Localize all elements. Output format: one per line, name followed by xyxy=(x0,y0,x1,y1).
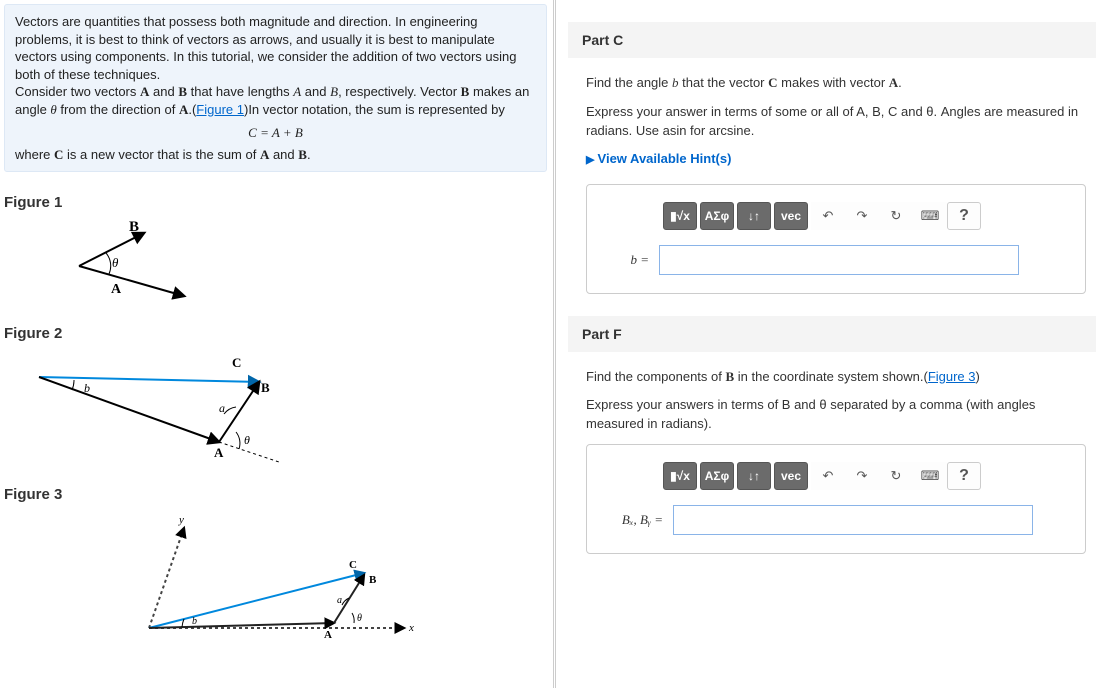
keyboard-button[interactable]: ⌨ xyxy=(913,462,947,490)
svg-text:b: b xyxy=(192,616,197,627)
intro-p2b: and xyxy=(149,84,178,99)
vec-A: A xyxy=(140,84,149,99)
figure-3-link[interactable]: Figure 3 xyxy=(928,369,976,384)
intro-p2i: )In vector notation, the sum is represen… xyxy=(244,102,505,117)
vec-C: C xyxy=(54,147,63,162)
figure-1-label: Figure 1 xyxy=(4,194,547,211)
svg-text:b: b xyxy=(84,381,90,395)
len-A: A xyxy=(293,84,301,99)
svg-text:C: C xyxy=(232,355,241,370)
figure-3: y x C B A b a θ xyxy=(4,513,547,643)
part-c-block: Find the angle b that the vector C makes… xyxy=(568,74,1096,294)
part-c-question: Find the angle b that the vector C makes… xyxy=(586,74,1086,93)
equation-toolbar-2: ▮√x ΑΣφ ↓↑ vec ↶ ↷ ↻ ⌨ ? xyxy=(663,461,1069,491)
templates-button[interactable]: ▮√x xyxy=(663,202,697,230)
equation-toolbar: ▮√x ΑΣφ ↓↑ vec ↶ ↷ ↻ ⌨ ? xyxy=(663,201,1069,231)
scripts-button[interactable]: ↓↑ xyxy=(737,462,771,490)
greek-button[interactable]: ΑΣφ xyxy=(700,202,734,230)
redo-button[interactable]: ↷ xyxy=(845,202,879,230)
part-f-question: Find the components of B in the coordina… xyxy=(586,368,1086,387)
svg-text:a: a xyxy=(219,401,225,415)
part-c-hints-toggle[interactable]: View Available Hint(s) xyxy=(586,151,731,166)
intro-p3c: and xyxy=(269,147,298,162)
intro-p3d: . xyxy=(307,147,311,162)
part-f-answer-box: ▮√x ΑΣφ ↓↑ vec ↶ ↷ ↻ ⌨ ? Bₓ, Bᵧ = xyxy=(586,444,1086,554)
svg-text:a: a xyxy=(337,595,342,606)
part-c-answer-box: ▮√x ΑΣφ ↓↑ vec ↶ ↷ ↻ ⌨ ? b = xyxy=(586,184,1086,294)
figure-2: C B A b a θ xyxy=(4,352,547,472)
redo-button[interactable]: ↷ xyxy=(845,462,879,490)
svg-text:B: B xyxy=(261,380,270,395)
help-button[interactable]: ? xyxy=(947,462,981,490)
svg-text:x: x xyxy=(408,622,414,634)
figure-2-label: Figure 2 xyxy=(4,325,547,342)
svg-text:A: A xyxy=(214,445,224,460)
reset-button[interactable]: ↻ xyxy=(879,462,913,490)
vec-button[interactable]: vec xyxy=(774,462,808,490)
keyboard-button[interactable]: ⌨ xyxy=(913,202,947,230)
intro-p2d: and xyxy=(301,84,330,99)
templates-button[interactable]: ▮√x xyxy=(663,462,697,490)
part-f-block: Find the components of B in the coordina… xyxy=(568,368,1096,555)
left-panel: Vectors are quantities that possess both… xyxy=(0,0,553,688)
equation: C = A + B xyxy=(15,124,536,142)
scripts-button[interactable]: ↓↑ xyxy=(737,202,771,230)
intro-paragraph-1: Vectors are quantities that possess both… xyxy=(15,14,516,82)
svg-text:A: A xyxy=(324,629,332,641)
vec-A3: A xyxy=(260,147,269,162)
vec-B: B xyxy=(178,84,187,99)
help-button[interactable]: ? xyxy=(947,202,981,230)
vec-B3: B xyxy=(298,147,307,162)
part-c-answer-input[interactable] xyxy=(659,245,1019,275)
undo-button[interactable]: ↶ xyxy=(811,462,845,490)
figure-3-label: Figure 3 xyxy=(4,486,547,503)
vec-button[interactable]: vec xyxy=(774,202,808,230)
intro-p2c: that have lengths xyxy=(187,84,293,99)
intro-p3b: is a new vector that is the sum of xyxy=(63,147,260,162)
svg-text:B: B xyxy=(129,221,139,235)
svg-text:θ: θ xyxy=(357,613,362,624)
part-c-instructions: Express your answer in terms of some or … xyxy=(586,103,1086,141)
intro-p3a: where xyxy=(15,147,54,162)
vec-A2: A xyxy=(179,102,188,117)
svg-text:C: C xyxy=(349,559,357,571)
part-c-input-label: b = xyxy=(603,252,649,268)
svg-text:A: A xyxy=(111,282,122,297)
svg-text:y: y xyxy=(178,514,184,526)
part-f-answer-input[interactable] xyxy=(673,505,1033,535)
svg-text:θ: θ xyxy=(244,433,250,447)
intro-p2g: from the direction of xyxy=(57,102,179,117)
figure-1-link[interactable]: Figure 1 xyxy=(196,102,244,117)
undo-button[interactable]: ↶ xyxy=(811,202,845,230)
svg-text:θ: θ xyxy=(112,255,119,270)
figure-1: B A θ xyxy=(4,221,547,311)
part-c-header: Part C xyxy=(568,22,1096,58)
problem-intro: Vectors are quantities that possess both… xyxy=(4,4,547,172)
part-f-instructions: Express your answers in terms of B and θ… xyxy=(586,396,1086,434)
svg-text:B: B xyxy=(369,574,377,586)
intro-p2e: , respectively. Vector xyxy=(338,84,461,99)
right-panel: Part C Find the angle b that the vector … xyxy=(553,0,1106,688)
part-f-header: Part F xyxy=(568,316,1096,352)
part-f-input-label: Bₓ, Bᵧ = xyxy=(603,512,663,528)
reset-button[interactable]: ↻ xyxy=(879,202,913,230)
intro-p2a: Consider two vectors xyxy=(15,84,140,99)
greek-button[interactable]: ΑΣφ xyxy=(700,462,734,490)
len-B: B xyxy=(330,84,338,99)
